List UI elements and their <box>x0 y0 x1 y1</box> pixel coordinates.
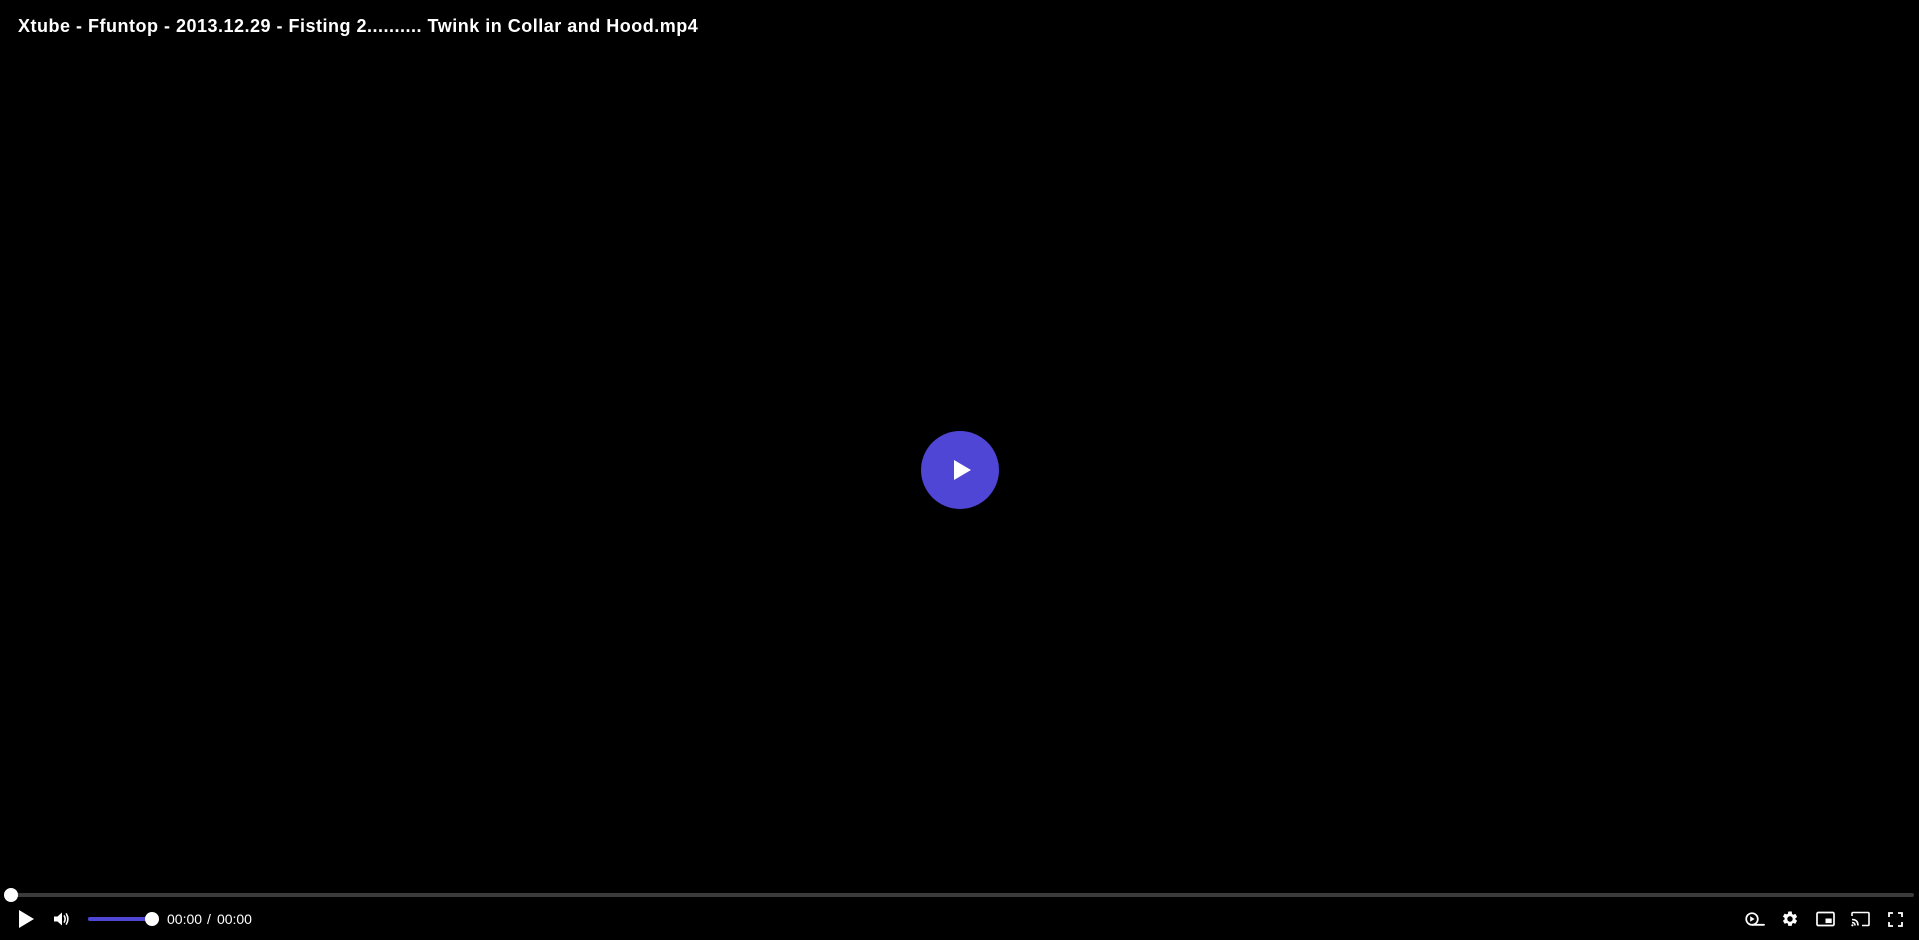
fullscreen-icon <box>1887 911 1903 927</box>
big-play-button[interactable] <box>921 431 999 509</box>
control-bar: 00:00/00:00 <box>0 904 1919 934</box>
playback-speed-button[interactable] <box>1741 905 1769 933</box>
mute-button[interactable] <box>47 905 75 933</box>
progress-bar[interactable] <box>4 888 1914 902</box>
time-display: 00:00/00:00 <box>167 911 252 927</box>
video-player[interactable]: Xtube - Ffuntop - 2013.12.29 - Fisting 2… <box>0 0 1919 940</box>
volume-icon <box>54 912 69 926</box>
current-time: 00:00 <box>167 911 203 927</box>
picture-in-picture-button[interactable] <box>1811 905 1839 933</box>
gear-icon <box>1782 911 1798 926</box>
fullscreen-button[interactable] <box>1881 905 1909 933</box>
volume-fill <box>88 917 152 921</box>
play-icon <box>954 460 971 480</box>
video-title: Xtube - Ffuntop - 2013.12.29 - Fisting 2… <box>18 16 699 36</box>
progress-handle[interactable] <box>4 888 18 902</box>
play-icon <box>19 910 34 928</box>
play-button[interactable] <box>12 905 40 933</box>
settings-button[interactable] <box>1776 905 1804 933</box>
cast-button[interactable] <box>1846 905 1874 933</box>
volume-slider[interactable] <box>88 912 159 926</box>
picture-in-picture-icon <box>1815 911 1835 927</box>
duration: 00:00 <box>216 911 252 927</box>
volume-handle[interactable] <box>145 912 159 926</box>
right-controls <box>1741 905 1909 933</box>
time-separator: / <box>207 911 211 927</box>
cast-icon <box>1850 911 1870 927</box>
playback-speed-icon <box>1745 912 1765 926</box>
